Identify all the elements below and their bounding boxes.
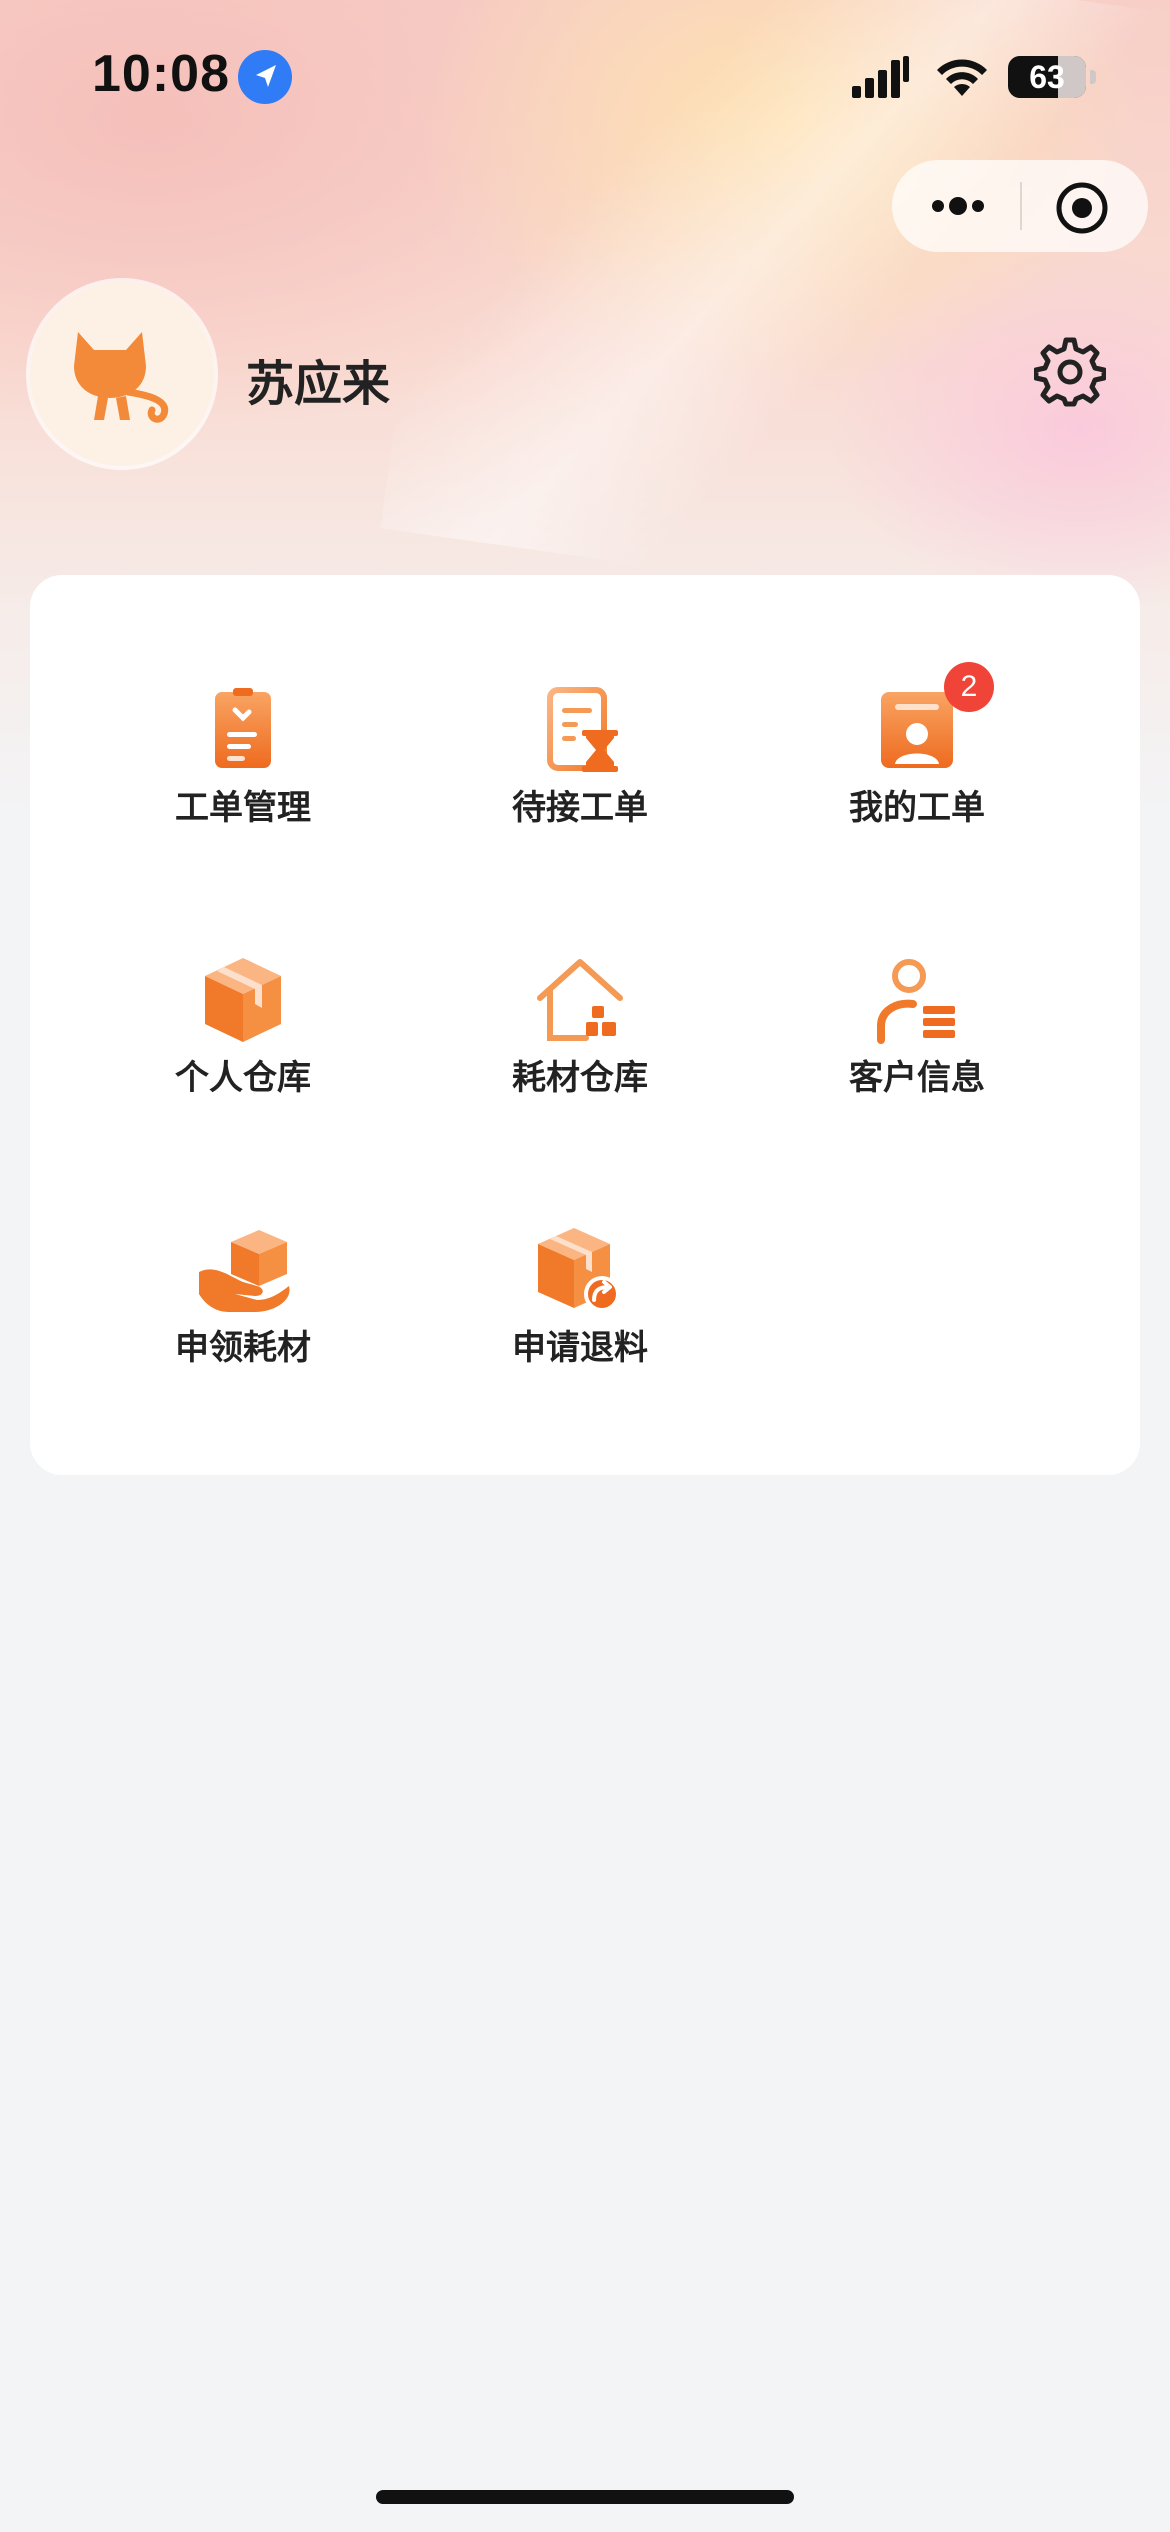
return-box-icon bbox=[538, 1228, 620, 1312]
menu-item-label: 申请退料 bbox=[512, 1328, 648, 1368]
avatar[interactable] bbox=[30, 282, 214, 466]
home-indicator[interactable] bbox=[376, 2490, 794, 2504]
menu-item-label: 个人仓库 bbox=[175, 1058, 311, 1098]
menu-item-label: 耗材仓库 bbox=[512, 1058, 648, 1098]
status-bar: 10:08 63 bbox=[0, 0, 1170, 150]
wifi-icon bbox=[937, 59, 987, 96]
status-time: 10:08 bbox=[92, 45, 230, 103]
warehouse-house-icon bbox=[537, 959, 623, 1041]
menu-item-pending-orders[interactable]: 待接工单 bbox=[465, 680, 695, 880]
user-name: 苏应来 bbox=[246, 356, 391, 412]
menu-item-request-return[interactable]: 申请退料 bbox=[465, 1220, 695, 1420]
personal-box-icon bbox=[205, 958, 281, 1042]
customer-info-icon bbox=[877, 959, 955, 1044]
menu-item-claim-consumables[interactable]: 申领耗材 bbox=[128, 1220, 358, 1420]
cellular-signal-icon bbox=[852, 56, 909, 98]
battery-icon: 63 bbox=[1008, 56, 1086, 98]
notification-badge: 2 bbox=[944, 662, 994, 712]
menu-item-label: 待接工单 bbox=[512, 788, 648, 828]
more-dots-icon[interactable] bbox=[928, 188, 988, 224]
hand-box-icon bbox=[199, 1230, 290, 1312]
menu-item-consumables-warehouse[interactable]: 耗材仓库 bbox=[465, 950, 695, 1150]
close-target-icon[interactable] bbox=[1054, 180, 1110, 236]
pending-order-hourglass-icon bbox=[547, 687, 618, 772]
menu-card: 工单管理 待接工单 2 我的工单 个人仓库 耗材仓库 客户信息 申领耗材 申请退… bbox=[30, 575, 1140, 1475]
menu-item-customer-info[interactable]: 客户信息 bbox=[802, 950, 1032, 1150]
cat-avatar-icon bbox=[74, 332, 169, 423]
menu-item-work-order-management[interactable]: 工单管理 bbox=[128, 680, 358, 880]
menu-item-label: 客户信息 bbox=[849, 1058, 985, 1098]
miniprogram-capsule bbox=[892, 160, 1148, 252]
location-arrow-icon bbox=[238, 50, 292, 104]
menu-item-my-orders[interactable]: 2 我的工单 bbox=[802, 662, 1032, 880]
menu-item-label: 我的工单 bbox=[849, 788, 985, 828]
menu-item-label: 申领耗材 bbox=[175, 1328, 311, 1368]
capsule-divider bbox=[1020, 182, 1022, 230]
battery-tip bbox=[1090, 70, 1096, 84]
gear-icon[interactable] bbox=[1034, 336, 1106, 408]
menu-item-label: 工单管理 bbox=[175, 788, 311, 828]
menu-item-personal-warehouse[interactable]: 个人仓库 bbox=[128, 950, 358, 1150]
battery-level: 63 bbox=[1029, 59, 1065, 95]
work-order-clipboard-icon bbox=[215, 688, 271, 768]
